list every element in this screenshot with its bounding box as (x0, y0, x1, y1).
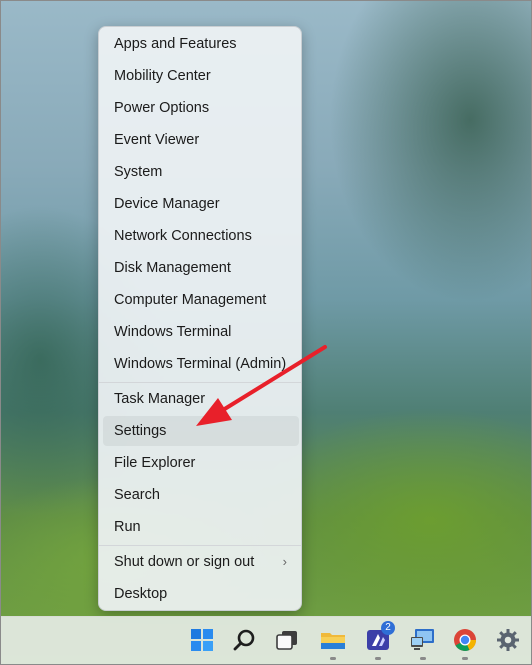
notification-badge: 2 (381, 621, 395, 635)
winx-context-menu: Apps and Features Mobility Center Power … (98, 26, 302, 611)
menu-separator (99, 382, 301, 383)
menu-item-windows-terminal-admin[interactable]: Windows Terminal (Admin) (103, 349, 299, 379)
running-indicator (462, 657, 468, 660)
menu-item-search[interactable]: Search (103, 480, 299, 510)
menu-item-computer-management[interactable]: Computer Management (103, 285, 299, 315)
menu-item-settings[interactable]: Settings (103, 416, 299, 446)
menu-item-run[interactable]: Run (103, 512, 299, 542)
running-indicator (420, 657, 426, 660)
menu-item-shut-down-or-sign-out[interactable]: Shut down or sign out › (103, 547, 299, 577)
notes-app-icon[interactable]: 2 (363, 621, 395, 655)
menu-item-disk-management[interactable]: Disk Management (103, 253, 299, 283)
menu-separator (99, 545, 301, 546)
menu-item-network-connections[interactable]: Network Connections (103, 221, 299, 251)
menu-item-label: Shut down or sign out (114, 554, 255, 570)
file-explorer-icon[interactable] (318, 625, 348, 655)
menu-item-file-explorer[interactable]: File Explorer (103, 448, 299, 478)
menu-item-system[interactable]: System (103, 157, 299, 187)
task-view-icon[interactable] (272, 625, 302, 655)
menu-item-apps-and-features[interactable]: Apps and Features (103, 29, 299, 59)
menu-item-desktop[interactable]: Desktop (103, 579, 299, 609)
chrome-icon[interactable] (450, 625, 480, 655)
menu-item-task-manager[interactable]: Task Manager (103, 384, 299, 414)
menu-item-event-viewer[interactable]: Event Viewer (103, 125, 299, 155)
menu-item-windows-terminal[interactable]: Windows Terminal (103, 317, 299, 347)
taskbar: 2 (1, 616, 531, 665)
chevron-right-icon: › (282, 554, 287, 569)
start-icon[interactable] (187, 625, 217, 655)
remote-desktop-icon[interactable] (408, 625, 438, 655)
menu-item-mobility-center[interactable]: Mobility Center (103, 61, 299, 91)
search-icon[interactable] (229, 625, 259, 655)
menu-item-device-manager[interactable]: Device Manager (103, 189, 299, 219)
settings-icon[interactable] (493, 625, 523, 655)
menu-item-power-options[interactable]: Power Options (103, 93, 299, 123)
running-indicator (375, 657, 381, 660)
running-indicator (330, 657, 336, 660)
